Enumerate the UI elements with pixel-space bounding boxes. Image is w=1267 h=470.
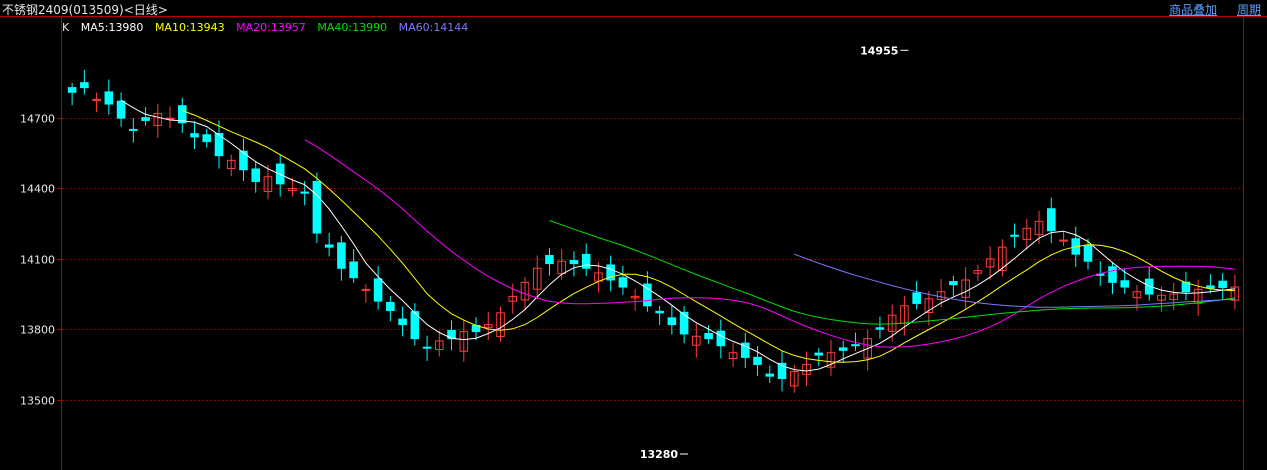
candle-body xyxy=(129,128,138,131)
candle-body xyxy=(141,117,150,121)
candle-body xyxy=(875,327,885,330)
candle-body xyxy=(851,344,860,347)
candle-body xyxy=(679,311,689,335)
candle-body xyxy=(337,242,346,269)
candlestick-chart[interactable]: 13500 13800 14100 14400 14700 14955 13280 xyxy=(0,0,1267,470)
candle-body xyxy=(1218,280,1227,288)
candle-body xyxy=(422,346,432,349)
y-tick-label: 14100 xyxy=(20,254,55,267)
candle-body xyxy=(545,255,554,265)
candle-body xyxy=(1108,266,1117,283)
candle-body xyxy=(753,356,762,365)
candle-body xyxy=(300,191,309,194)
candle-body xyxy=(667,317,677,326)
ma10-line xyxy=(182,110,1235,363)
candle-body xyxy=(67,87,77,93)
candle-body xyxy=(80,82,89,89)
candle-body xyxy=(251,168,261,182)
candle-body xyxy=(569,260,579,265)
ma5-line xyxy=(120,99,1235,372)
candle-body xyxy=(704,332,713,340)
candle-body xyxy=(814,352,824,356)
ma60-line xyxy=(794,253,1235,308)
candle-body xyxy=(361,288,371,291)
ma20-line xyxy=(304,139,1235,348)
y-tick-label: 13800 xyxy=(20,324,55,337)
candle-body xyxy=(912,292,921,304)
price-annotation: 13280 xyxy=(640,448,679,461)
price-annotation: 14955 xyxy=(860,44,898,57)
candle-body xyxy=(202,134,212,143)
candle-body xyxy=(239,150,248,171)
candle-body xyxy=(618,277,628,288)
candle-body xyxy=(312,181,322,234)
y-tick-label: 13500 xyxy=(20,395,55,408)
candle-body xyxy=(1046,208,1056,232)
candle-body xyxy=(349,261,358,279)
y-tick-label: 14700 xyxy=(20,113,55,126)
candle-body xyxy=(324,244,334,248)
candle-body xyxy=(190,133,199,138)
candle-body xyxy=(398,318,407,326)
candle-body xyxy=(1120,280,1130,288)
candle-body xyxy=(581,253,591,269)
candle-body xyxy=(104,91,114,105)
candle-body xyxy=(1010,234,1019,237)
candle-body xyxy=(655,310,664,314)
candle-body xyxy=(373,278,383,302)
candle-body xyxy=(716,330,726,347)
candle-body xyxy=(949,281,958,286)
candle-body xyxy=(116,100,126,119)
y-tick-label: 14400 xyxy=(20,183,55,196)
candle-body xyxy=(1083,245,1093,262)
candle-body xyxy=(386,302,395,311)
candle-body xyxy=(765,373,775,377)
candle-body xyxy=(838,347,848,351)
